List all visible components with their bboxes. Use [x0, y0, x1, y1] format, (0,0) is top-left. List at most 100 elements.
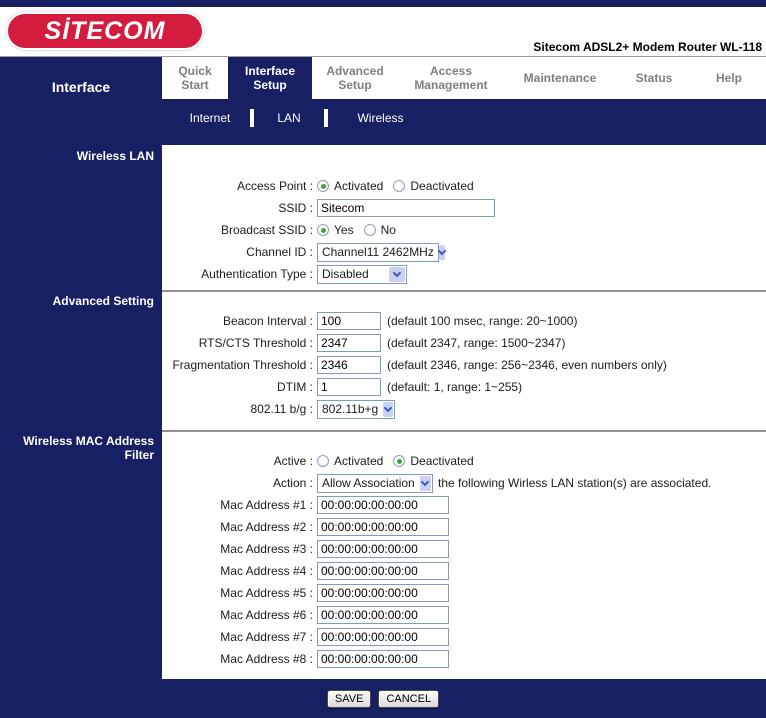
mac-address-5-input[interactable] — [317, 584, 449, 602]
mac-address-8-input[interactable] — [317, 650, 449, 668]
tab-access-management[interactable]: Access Management — [398, 57, 504, 99]
footer-bar: SAVE CANCEL — [0, 679, 766, 718]
ssid-row: SSID : — [162, 197, 766, 219]
wireless-mode-select[interactable]: 802.11b+g — [317, 399, 395, 419]
tab-help[interactable]: Help — [692, 57, 766, 99]
ssid-input[interactable] — [317, 199, 495, 217]
access-point-deactivated-label: Deactivated — [410, 179, 474, 193]
fragmentation-threshold-hint: (default 2346, range: 256~2346, even num… — [387, 358, 667, 372]
access-point-label: Access Point : — [236, 179, 313, 193]
broadcast-ssid-no-radio[interactable] — [363, 224, 376, 236]
filter-action-suffix: the following Wirless LAN station(s) are… — [438, 476, 712, 490]
section-advanced-setting: Advanced Setting Beacon Interval : (defa… — [0, 290, 766, 430]
nav-tabs: Quick Start Interface Setup Advanced Set… — [162, 57, 766, 99]
mac-address-3-input[interactable] — [317, 540, 449, 558]
mac-address-7-input[interactable] — [317, 628, 449, 646]
product-title: Sitecom ADSL2+ Modem Router WL-118 — [533, 40, 762, 54]
ssid-label: SSID : — [278, 201, 313, 215]
mac-address-row: Mac Address #1 : — [162, 494, 766, 516]
subtab-lan[interactable]: LAN — [254, 109, 324, 125]
filter-activated-radio[interactable] — [317, 455, 329, 467]
beacon-interval-label: Beacon Interval : — [222, 314, 313, 328]
auth-type-row: Authentication Type : Disabled — [162, 263, 766, 285]
rts-cts-threshold-hint: (default 2347, range: 1500~2347) — [387, 336, 566, 350]
top-strip — [0, 0, 766, 7]
nav-section-label: Interface — [51, 79, 111, 95]
beacon-interval-input[interactable] — [317, 312, 381, 330]
access-point-row: Access Point : Activated Deactivated — [162, 175, 766, 197]
save-button[interactable]: SAVE — [326, 690, 372, 708]
beacon-interval-row: Beacon Interval : (default 100 msec, ran… — [162, 310, 766, 332]
channel-id-row: Channel ID : Channel11 2462MHz — [162, 241, 766, 263]
section-title-mac-filter: Wireless MAC Address Filter — [23, 434, 154, 462]
broadcast-ssid-yes-label: Yes — [334, 223, 354, 237]
mac-address-1-input[interactable] — [317, 496, 449, 514]
router-config-page: SİTECOM Sitecom ADSL2+ Modem Router WL-1… — [0, 0, 766, 718]
wireless-mode-row: 802.11 b/g : 802.11b+g — [162, 398, 766, 420]
nav-section-header: Interface — [0, 57, 162, 99]
filter-action-select[interactable]: Allow Association — [317, 473, 433, 493]
mac-address-row: Mac Address #7 : — [162, 626, 766, 648]
tab-advanced-setup[interactable]: Advanced Setup — [312, 57, 398, 99]
filter-deactivated-radio[interactable] — [393, 455, 406, 467]
chevron-down-icon[interactable] — [383, 401, 393, 417]
mac-address-2-input[interactable] — [317, 518, 449, 536]
fragmentation-threshold-label: Fragmentation Threshold : — [172, 358, 313, 372]
beacon-interval-hint: (default 100 msec, range: 20~1000) — [387, 314, 578, 328]
main-nav: Interface Quick Start Interface Setup Ad… — [0, 57, 766, 99]
auth-type-label: Authentication Type : — [201, 267, 313, 281]
section-title-wireless-lan: Wireless LAN — [76, 149, 154, 163]
tab-quick-start[interactable]: Quick Start — [162, 57, 228, 99]
filter-active-label: Active : — [273, 454, 313, 468]
channel-id-label: Channel ID : — [246, 245, 313, 259]
broadcast-ssid-label: Broadcast SSID : — [220, 223, 313, 237]
auth-type-select[interactable]: Disabled — [317, 264, 407, 284]
chevron-down-icon[interactable] — [419, 475, 431, 491]
page-body: Wireless LAN Access Point : Activated De… — [0, 145, 766, 679]
mac-address-4-input[interactable] — [317, 562, 449, 580]
dtim-label: DTIM : — [277, 380, 313, 394]
rts-cts-threshold-input[interactable] — [317, 334, 381, 352]
broadcast-ssid-row: Broadcast SSID : Yes No — [162, 219, 766, 241]
rts-cts-threshold-label: RTS/CTS Threshold : — [198, 336, 313, 350]
tab-maintenance[interactable]: Maintenance — [504, 57, 616, 99]
header: SİTECOM Sitecom ADSL2+ Modem Router WL-1… — [0, 7, 766, 57]
filter-activated-label: Activated — [334, 454, 384, 468]
sitecom-logo-text: SİTECOM — [44, 16, 166, 45]
mac-address-row: Mac Address #8 : — [162, 648, 766, 670]
section-mac-filter: Wireless MAC Address Filter Active : Act… — [0, 430, 766, 679]
cancel-button[interactable]: CANCEL — [378, 690, 440, 708]
section-wireless-lan: Wireless LAN Access Point : Activated De… — [0, 145, 766, 290]
access-point-activated-radio[interactable] — [317, 180, 329, 192]
subtab-internet[interactable]: Internet — [170, 109, 250, 125]
sitecom-logo: SİTECOM — [6, 12, 204, 50]
mac-address-row: Mac Address #6 : — [162, 604, 766, 626]
chevron-down-icon[interactable] — [437, 244, 447, 260]
broadcast-ssid-yes-radio[interactable] — [317, 224, 329, 236]
mac-address-row: Mac Address #3 : — [162, 538, 766, 560]
dtim-hint: (default: 1, range: 1~255) — [387, 380, 523, 394]
section-title-advanced-setting: Advanced Setting — [52, 294, 154, 308]
access-point-activated-label: Activated — [334, 179, 384, 193]
mac-address-6-input[interactable] — [317, 606, 449, 624]
mac-address-row: Mac Address #2 : — [162, 516, 766, 538]
chevron-down-icon[interactable] — [389, 266, 405, 282]
mac-address-row: Mac Address #5 : — [162, 582, 766, 604]
fragmentation-threshold-row: Fragmentation Threshold : (default 2346,… — [162, 354, 766, 376]
access-point-deactivated-radio[interactable] — [393, 180, 406, 192]
subtab-wireless[interactable]: Wireless — [328, 109, 433, 125]
tab-status[interactable]: Status — [616, 57, 692, 99]
dtim-row: DTIM : (default: 1, range: 1~255) — [162, 376, 766, 398]
filter-deactivated-label: Deactivated — [410, 454, 474, 468]
mac-address-row: Mac Address #4 : — [162, 560, 766, 582]
filter-action-label: Action : — [272, 476, 313, 490]
wireless-mode-label: 802.11 b/g : — [250, 402, 314, 416]
tab-interface-setup[interactable]: Interface Setup — [228, 57, 312, 99]
broadcast-ssid-no-label: No — [380, 223, 396, 237]
sub-nav: Internet LAN Wireless — [0, 99, 766, 145]
dtim-input[interactable] — [317, 378, 381, 396]
channel-id-select[interactable]: Channel11 2462MHz — [317, 242, 447, 262]
filter-action-row: Action : Allow Association the following… — [162, 472, 766, 494]
filter-active-row: Active : Activated Deactivated — [162, 450, 766, 472]
fragmentation-threshold-input[interactable] — [317, 356, 381, 374]
